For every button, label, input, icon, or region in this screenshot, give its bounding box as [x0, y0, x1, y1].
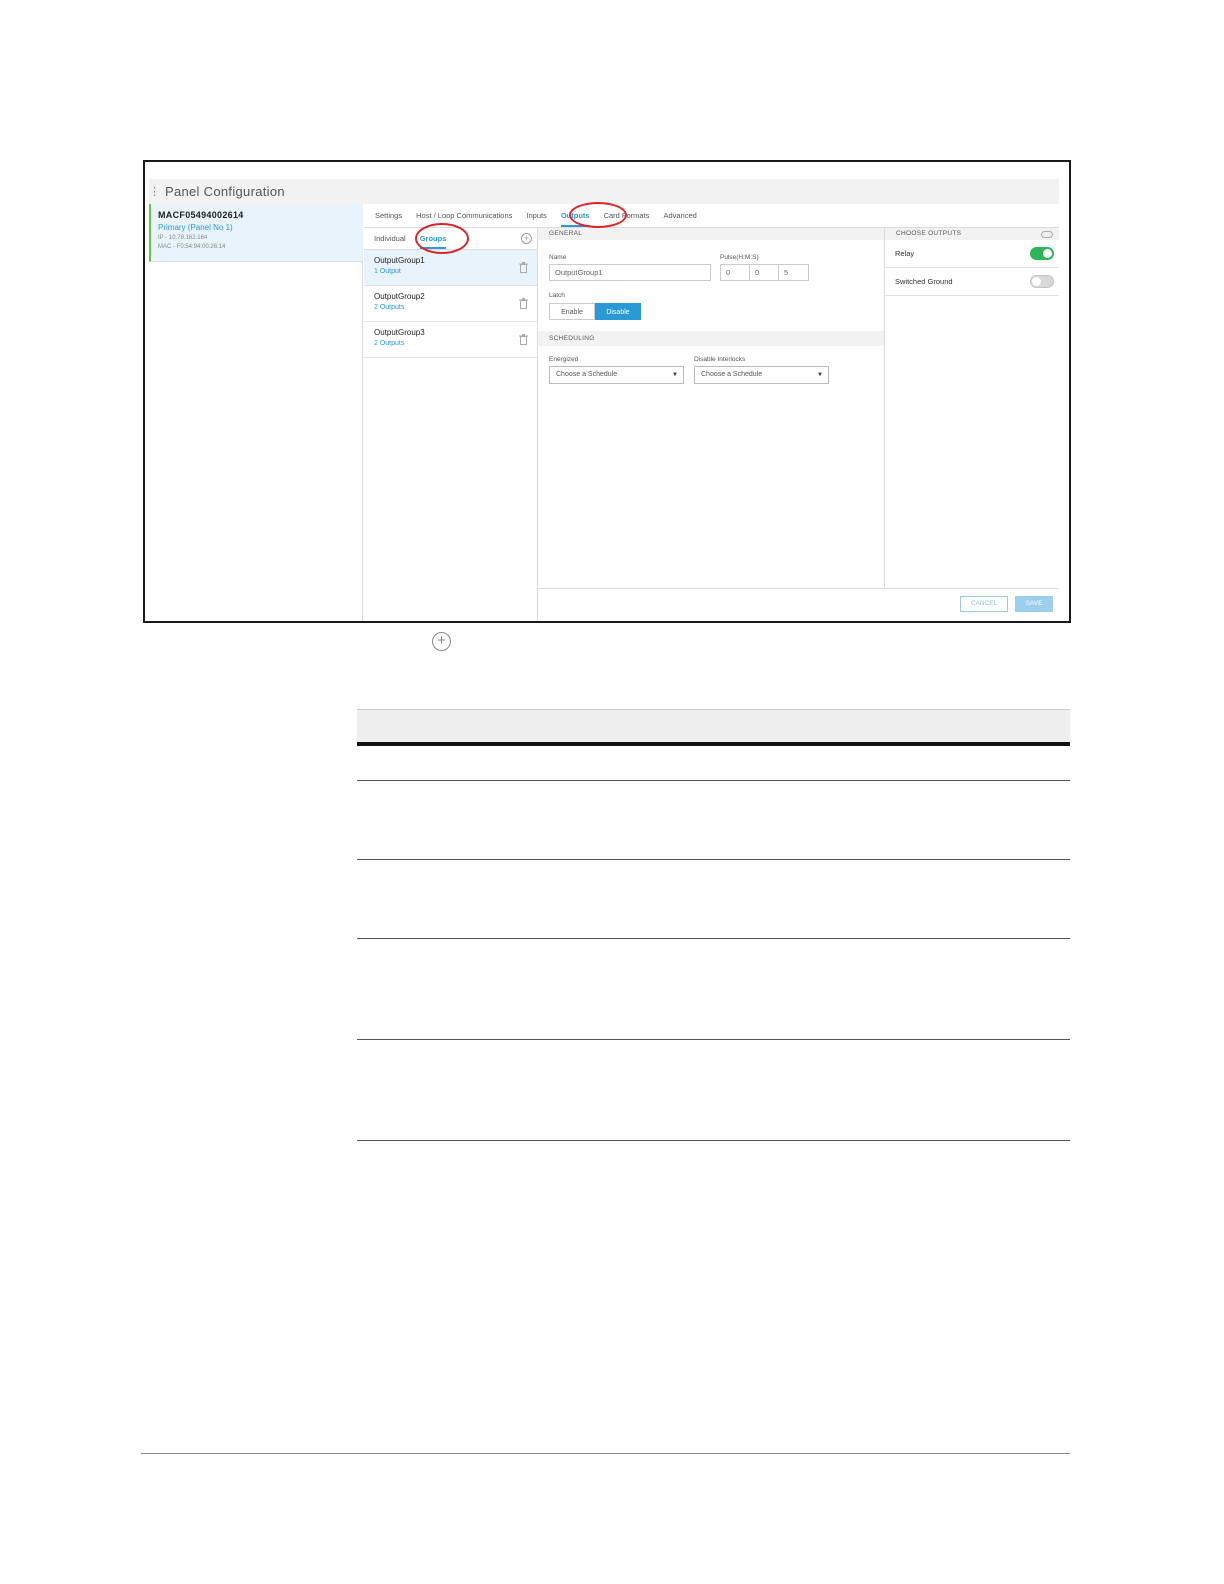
pulse-hours-input[interactable]: 0: [720, 264, 750, 281]
pulse-seconds-input[interactable]: 5: [778, 264, 809, 281]
scheduling-heading: SCHEDULING: [538, 331, 884, 346]
add-group-icon[interactable]: +: [521, 233, 532, 244]
group-row[interactable]: OutputGroup3 2 Outputs: [364, 322, 537, 358]
page-footer-rule: [141, 1453, 1070, 1454]
disable-interlocks-label: Disable Interlocks: [694, 356, 746, 363]
energized-select-value: Choose a Schedule: [556, 371, 618, 378]
pulse-minutes-input[interactable]: 0: [749, 264, 779, 281]
trash-icon[interactable]: [519, 262, 528, 273]
tab-individual[interactable]: Individual: [374, 234, 406, 243]
general-heading: GENERAL: [538, 228, 884, 240]
output-label: Switched Ground: [895, 277, 953, 286]
caret-down-icon: ▼: [672, 372, 678, 378]
pulse-label: Pulse(H:M:S): [720, 254, 759, 261]
table-header-rule: [357, 742, 1070, 746]
app-header: ⋮ Panel Configuration: [149, 179, 1059, 204]
energized-label: Energized: [549, 356, 579, 363]
tab-inputs[interactable]: Inputs: [526, 211, 546, 220]
group-row[interactable]: OutputGroup1 1 Output: [364, 250, 537, 286]
name-label: Name: [549, 254, 567, 261]
groups-tab-highlight: [415, 223, 469, 254]
panel-list: MACF05494002614 Primary (Panel No 1) IP …: [149, 204, 363, 621]
choose-outputs-heading: CHOOSE OUTPUTS: [885, 228, 1059, 240]
latch-disable-button[interactable]: Disable: [595, 303, 641, 320]
latch-label: Latch: [549, 292, 565, 299]
latch-enable-button[interactable]: Enable: [549, 303, 595, 320]
group-count: 2 Outputs: [374, 340, 405, 347]
main-tab-bar: Settings Host / Loop Communications Inpu…: [364, 204, 1059, 228]
panel-name: MACF05494002614: [158, 210, 244, 220]
page-title: Panel Configuration: [165, 184, 285, 199]
footer-bar: CANCEL SAVE: [538, 588, 1059, 621]
output-row-switched-ground: Switched Ground: [885, 268, 1059, 296]
table-row-divider: [357, 780, 1070, 781]
groups-column: Individual Groups + OutputGroup1 1 Outpu…: [364, 228, 538, 621]
tab-advanced[interactable]: Advanced: [663, 211, 696, 220]
energized-select[interactable]: Choose a Schedule ▼: [549, 366, 684, 384]
disable-interlocks-select[interactable]: Choose a Schedule ▼: [694, 366, 829, 384]
group-row[interactable]: OutputGroup2 2 Outputs: [364, 286, 537, 322]
drag-handle-icon[interactable]: ⋮: [149, 185, 160, 198]
panel-mac: MAC - F0:54:94:00:26:14: [158, 244, 226, 250]
group-config-form: GENERAL Name OutputGroup1 Pulse(H:M:S) 0…: [538, 228, 885, 621]
trash-icon[interactable]: [519, 334, 528, 345]
select-all-toggle[interactable]: [1041, 231, 1053, 238]
trash-icon[interactable]: [519, 298, 528, 309]
table-row-divider: [357, 1140, 1070, 1141]
table-row-divider: [357, 938, 1070, 939]
switched-ground-toggle[interactable]: [1030, 275, 1054, 288]
group-count: 2 Outputs: [374, 304, 405, 311]
group-name: OutputGroup3: [374, 328, 425, 337]
table-row-divider: [357, 1039, 1070, 1040]
screenshot-frame: ⋮ Panel Configuration MACF05494002614 Pr…: [143, 160, 1071, 623]
outputs-tab-highlight: [569, 202, 627, 228]
output-label: Relay: [895, 249, 915, 258]
tab-host-loop-communications[interactable]: Host / Loop Communications: [416, 211, 512, 220]
save-button[interactable]: SAVE: [1015, 596, 1053, 612]
choose-outputs-heading-text: CHOOSE OUTPUTS: [896, 230, 962, 237]
cancel-button[interactable]: CANCEL: [960, 596, 1008, 612]
group-name: OutputGroup2: [374, 292, 425, 301]
group-name: OutputGroup1: [374, 256, 425, 265]
tab-settings[interactable]: Settings: [375, 211, 402, 220]
add-icon: +: [432, 632, 451, 651]
name-input[interactable]: OutputGroup1: [549, 264, 711, 281]
relay-toggle[interactable]: [1030, 247, 1054, 260]
caret-down-icon: ▼: [817, 372, 823, 378]
table-header: [357, 709, 1070, 743]
panel-card[interactable]: MACF05494002614 Primary (Panel No 1) IP …: [149, 204, 363, 262]
disable-interlocks-select-value: Choose a Schedule: [701, 371, 763, 378]
panel-role: Primary (Panel No 1): [158, 223, 233, 232]
choose-outputs-panel: CHOOSE OUTPUTS Relay Switched Ground: [885, 228, 1059, 621]
group-count: 1 Output: [374, 268, 401, 275]
panel-ip: IP - 10.78.162.164: [158, 235, 208, 241]
table-row-divider: [357, 859, 1070, 860]
output-row-relay: Relay: [885, 240, 1059, 268]
